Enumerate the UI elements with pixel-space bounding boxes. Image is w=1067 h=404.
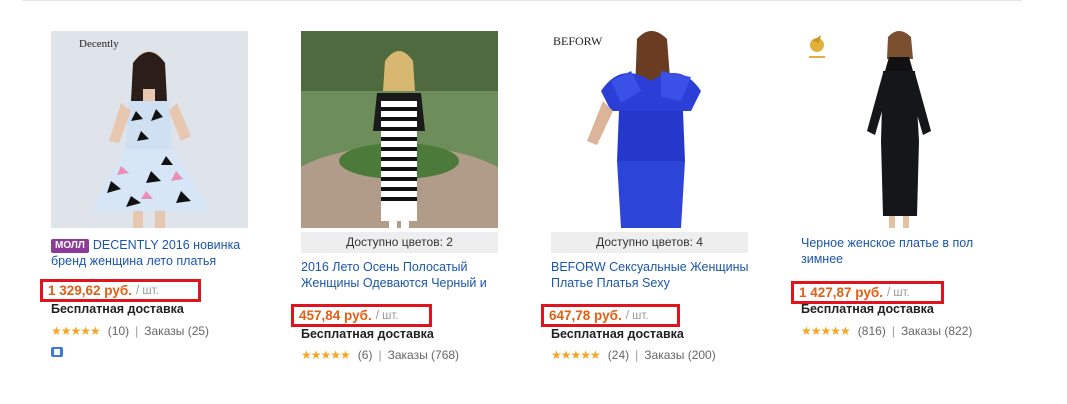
- rating-count[interactable]: (24): [608, 348, 629, 362]
- price-unit: / шт.: [886, 286, 910, 299]
- product-card-4[interactable]: Черное женское платье в пол зимнее: [801, 31, 1006, 401]
- rating-row-4: ★★★★★ (816) | Заказы (822): [801, 324, 972, 338]
- rating-stars: ★★★★★: [51, 324, 101, 338]
- product-title-2[interactable]: 2016 Лето Осень Полосатый Женщины Одеваю…: [301, 259, 501, 291]
- rating-stars: ★★★★★: [801, 324, 851, 338]
- price: 457,84 руб.: [299, 308, 372, 323]
- separator: |: [635, 348, 639, 362]
- price-highlight-4: 1 427,87 руб. / шт.: [791, 281, 944, 304]
- product-image-2[interactable]: [301, 31, 498, 228]
- orders-count[interactable]: Заказы (25): [144, 324, 209, 338]
- brand-logo-text: Decently: [79, 38, 119, 50]
- orders-count[interactable]: Заказы (200): [644, 348, 715, 362]
- price: 1 329,62 руб.: [48, 283, 132, 298]
- product-card-3[interactable]: BEFORW Доступно цветов: 4 BEFORW Сексуал…: [551, 31, 756, 401]
- product-image-4[interactable]: [801, 31, 998, 228]
- price: 1 427,87 руб.: [799, 285, 883, 300]
- mall-badge: МОЛЛ: [51, 239, 89, 253]
- price-highlight-1: 1 329,62 руб. / шт.: [40, 279, 201, 302]
- product-card-1[interactable]: Decently МОЛЛ DECENTLY 2016 новинка бренд…: [51, 31, 256, 401]
- rating-stars: ★★★★★: [301, 348, 351, 362]
- product-image-3[interactable]: BEFORW: [551, 31, 748, 228]
- rating-row-2: ★★★★★ (6) | Заказы (768): [301, 348, 459, 362]
- rating-row-3: ★★★★★ (24) | Заказы (200): [551, 348, 716, 362]
- price-highlight-3: 647,78 руб. / шт.: [541, 304, 680, 327]
- separator: |: [378, 348, 382, 362]
- product-card-2[interactable]: Доступно цветов: 2 2016 Лето Осень Полос…: [301, 31, 506, 401]
- brand-logo-text: BEFORW: [553, 34, 603, 48]
- orders-count[interactable]: Заказы (768): [388, 348, 459, 362]
- orders-count[interactable]: Заказы (822): [901, 324, 972, 338]
- colors-available-3: Доступно цветов: 4: [551, 232, 748, 253]
- product-title-4[interactable]: Черное женское платье в пол зимнее: [801, 235, 1001, 267]
- free-shipping-1: Бесплатная доставка: [51, 302, 184, 316]
- mobile-icon: [51, 347, 63, 357]
- product-title-1[interactable]: МОЛЛ DECENTLY 2016 новинка бренд женщина …: [51, 237, 251, 269]
- top-divider: [22, 0, 1022, 1]
- rating-stars: ★★★★★: [551, 348, 601, 362]
- free-shipping-3: Бесплатная доставка: [551, 327, 684, 341]
- free-shipping-4: Бесплатная доставка: [801, 302, 934, 316]
- product-title-3[interactable]: BEFORW Сексуальные Женщины Платье Платья…: [551, 259, 751, 291]
- price-unit: / шт.: [375, 309, 399, 322]
- product-image-1[interactable]: Decently: [51, 31, 248, 228]
- price-highlight-2: 457,84 руб. / шт.: [291, 304, 432, 327]
- price-unit: / шт.: [135, 284, 159, 297]
- rating-count[interactable]: (10): [108, 324, 129, 338]
- price: 647,78 руб.: [549, 308, 622, 323]
- rating-count[interactable]: (6): [358, 348, 373, 362]
- separator: |: [135, 324, 139, 338]
- separator: |: [891, 324, 895, 338]
- colors-available-2: Доступно цветов: 2: [301, 232, 498, 253]
- rating-row-1: ★★★★★ (10) | Заказы (25): [51, 324, 209, 338]
- rating-count[interactable]: (816): [858, 324, 886, 338]
- price-unit: / шт.: [625, 309, 649, 322]
- free-shipping-2: Бесплатная доставка: [301, 327, 434, 341]
